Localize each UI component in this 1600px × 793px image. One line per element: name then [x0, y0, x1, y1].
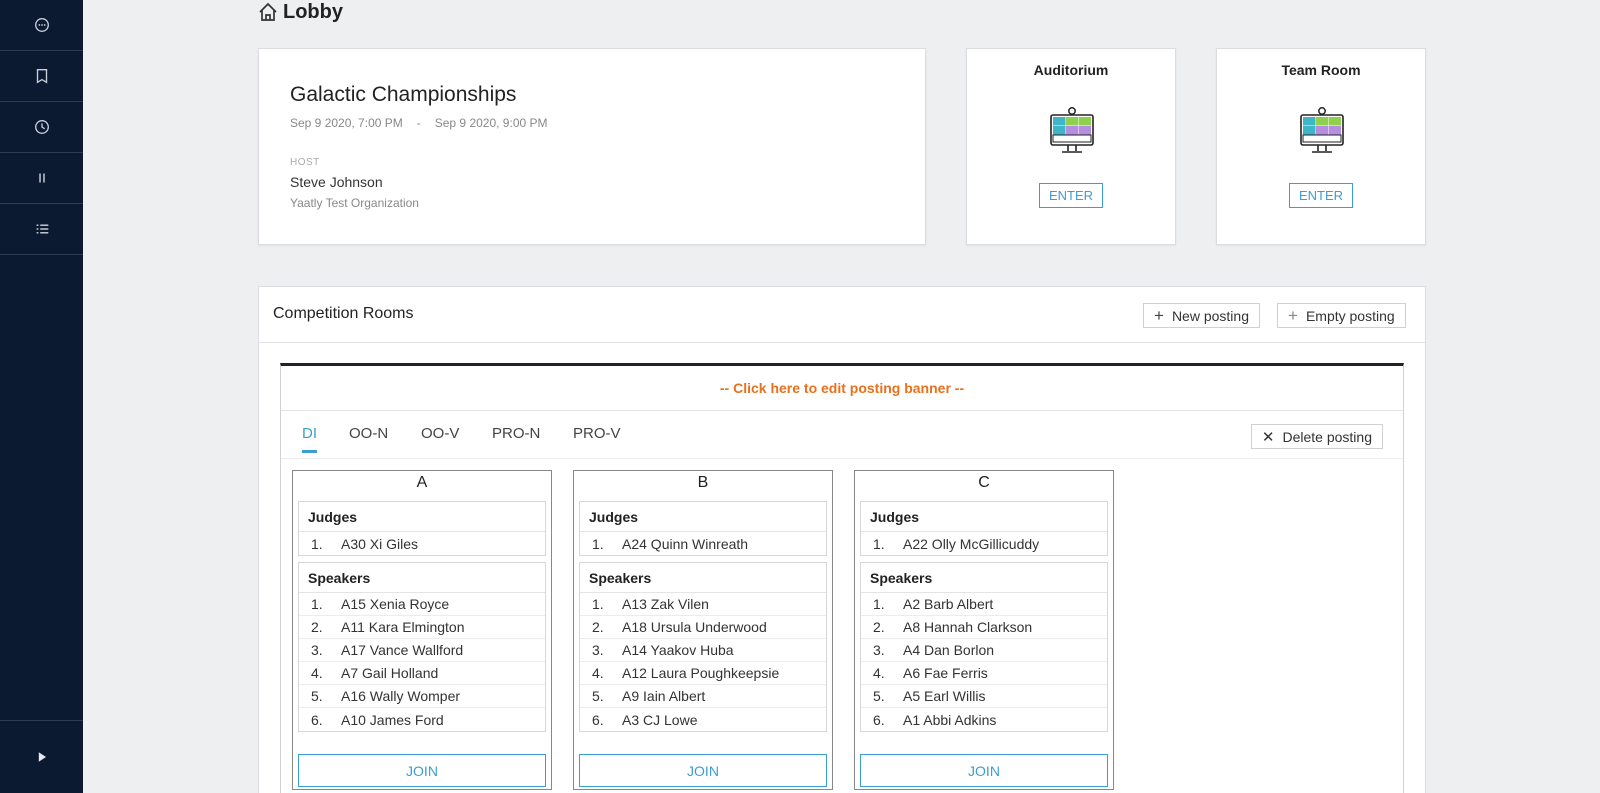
home-icon: [259, 2, 277, 21]
list-item: 6. A1 Abbi Adkins: [873, 711, 997, 728]
team-room-enter-button[interactable]: ENTER: [1289, 183, 1353, 208]
judges-list: Judges 1. A30 Xi Giles: [298, 501, 546, 556]
sidebar-expand-button[interactable]: [0, 720, 83, 793]
page-title-text: Lobby: [283, 0, 343, 23]
event-date-separator: -: [416, 116, 421, 130]
judges-label: Judges: [580, 502, 826, 532]
posting-banner[interactable]: -- Click here to edit posting banner --: [281, 366, 1403, 411]
sidebar: [0, 0, 83, 793]
list-item: 1. A22 Olly McGillicuddy: [873, 535, 1040, 552]
list-item: 3. A4 Dan Borlon: [861, 639, 1107, 662]
new-posting-label: New posting: [1171, 307, 1249, 324]
competition-rooms-panel: Competition Rooms + New posting + Empty …: [258, 286, 1426, 793]
list-item: 6. A10 James Ford: [311, 711, 444, 728]
room-column-title: B: [697, 474, 709, 491]
room-column-c: C Judges 1. A22 Olly McGillicuddy Speaker…: [854, 470, 1114, 790]
event-end: Sep 9 2020, 9:00 PM: [434, 116, 548, 130]
tab-pro-v[interactable]: PRO-V: [573, 425, 621, 450]
speakers-label: Speakers: [861, 563, 1107, 593]
list-item: 4. A6 Fae Ferris: [861, 662, 1107, 685]
judges-list: Judges 1. A22 Olly McGillicuddy: [860, 501, 1108, 556]
list-item: 2. A11 Kara Elmington: [299, 616, 545, 639]
new-posting-button[interactable]: + New posting: [1143, 303, 1260, 328]
posting: -- Click here to edit posting banner -- …: [280, 363, 1404, 793]
competition-rooms-header: Competition Rooms + New posting + Empty …: [259, 287, 1425, 343]
list-item: 5. A9 Iain Albert: [580, 685, 826, 708]
empty-posting-button[interactable]: + Empty posting: [1277, 303, 1406, 328]
tab-oo-n[interactable]: OO-N: [349, 425, 388, 450]
posting-tabs: DI OO-N OO-V PRO-N PRO-V ✕ Delete postin…: [281, 412, 1403, 459]
room-title: Auditorium: [1033, 62, 1109, 78]
list-item: 5. A5 Earl Willis: [861, 685, 1107, 708]
room-title: Team Room: [1281, 62, 1361, 78]
list-item: 1. A15 Xenia Royce: [299, 593, 545, 616]
speakers-label: Speakers: [299, 563, 545, 593]
sidebar-item-list[interactable]: [0, 204, 83, 255]
bookmark-icon: [36, 69, 47, 84]
sidebar-item-bookmark[interactable]: [0, 51, 83, 102]
event-card: Galactic Championships Sep 9 2020, 7:00 …: [258, 48, 926, 245]
host-name: Steve Johnson: [290, 174, 383, 190]
list-item: 1. A13 Zak Vilen: [580, 593, 826, 616]
list-item: 1. A2 Barb Albert: [861, 593, 1107, 616]
speakers-list: Speakers 1. A13 Zak Vilen 2. A18 Ursula Un…: [579, 562, 827, 732]
list-item: 4. A7 Gail Holland: [299, 662, 545, 685]
host-label: HOST: [290, 157, 320, 168]
speakers-list: Speakers 1. A15 Xenia Royce 2. A11 Kara El…: [298, 562, 546, 732]
list-icon: [36, 224, 48, 234]
judges-label: Judges: [861, 502, 1107, 532]
list-item: 2. A8 Hannah Clarkson: [861, 616, 1107, 639]
sidebar-item-clock[interactable]: [0, 102, 83, 153]
list-item: 1. A24 Quinn Winreath: [592, 535, 749, 552]
join-room-c-button[interactable]: JOIN: [860, 754, 1108, 787]
auditorium-enter-button[interactable]: ENTER: [1039, 183, 1103, 208]
team-room-card: Team Room ENTER: [1216, 48, 1426, 245]
empty-posting-label: Empty posting: [1305, 307, 1395, 324]
sidebar-item-pause[interactable]: [0, 153, 83, 204]
list-item: 1. A30 Xi Giles: [311, 535, 419, 552]
list-item: 2. A18 Ursula Underwood: [580, 616, 826, 639]
room-column-b: B Judges 1. A24 Quinn Winreath Speakers 1…: [573, 470, 833, 790]
list-item: 6. A3 CJ Lowe: [592, 711, 698, 728]
event-start: Sep 9 2020, 7:00 PM: [290, 116, 403, 130]
delete-posting-button[interactable]: ✕ Delete posting: [1250, 424, 1383, 449]
chat-bubble-icon: [34, 18, 49, 32]
tab-di[interactable]: DI: [302, 425, 317, 453]
room-column-title: C: [978, 474, 990, 491]
close-icon: ✕: [1261, 428, 1275, 446]
speakers-label: Speakers: [580, 563, 826, 593]
event-name: Galactic Championships: [290, 83, 517, 106]
list-item: 4. A12 Laura Poughkeepsie: [580, 662, 826, 685]
list-item: 5. A16 Wally Womper: [299, 685, 545, 708]
room-column-title: A: [416, 474, 428, 491]
judges-list: Judges 1. A24 Quinn Winreath: [579, 501, 827, 556]
delete-posting-label: Delete posting: [1282, 428, 1372, 445]
room-column-a: A Judges 1. A30 Xi Giles Speakers 1. A15 X…: [292, 470, 552, 790]
join-room-b-button[interactable]: JOIN: [579, 754, 827, 787]
event-dates: Sep 9 2020, 7:00 PM - Sep 9 2020, 9:00 P…: [290, 116, 548, 130]
video-conference-icon: [1300, 107, 1344, 153]
host-organization: Yaatly Test Organization: [290, 196, 419, 210]
auditorium-card: Auditorium ENTER: [966, 48, 1176, 245]
join-room-a-button[interactable]: JOIN: [298, 754, 546, 787]
page-title: Lobby: [257, 0, 343, 24]
video-conference-icon: [1050, 107, 1094, 153]
speakers-list: Speakers 1. A2 Barb Albert 2. A8 Hannah Cl…: [860, 562, 1108, 732]
list-item: 3. A14 Yaakov Huba: [580, 639, 826, 662]
plus-icon: +: [1288, 306, 1298, 325]
competition-rooms-title: Competition Rooms: [273, 305, 414, 322]
clock-icon: [34, 120, 49, 134]
tab-pro-n[interactable]: PRO-N: [492, 425, 540, 450]
play-icon: [38, 752, 46, 762]
tab-oo-v[interactable]: OO-V: [421, 425, 459, 450]
judges-label: Judges: [299, 502, 545, 532]
list-item: 3. A17 Vance Wallford: [299, 639, 545, 662]
plus-icon: +: [1154, 306, 1164, 325]
sidebar-item-chat[interactable]: [0, 0, 83, 51]
pause-icon: [38, 173, 45, 183]
